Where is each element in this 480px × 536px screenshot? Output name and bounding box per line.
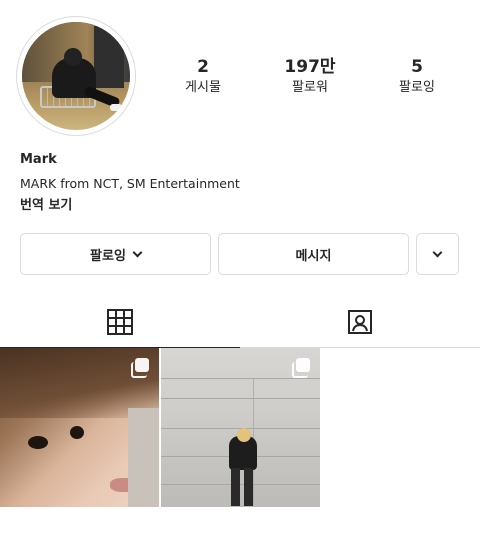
chevron-down-icon	[432, 247, 443, 257]
profile-stats: 2 게시물 197만 팔로워 5 팔로잉	[155, 56, 465, 97]
profile-tabs	[0, 296, 480, 348]
suggested-accounts-button[interactable]	[416, 233, 459, 275]
stat-posts-count: 2	[197, 57, 209, 77]
stat-posts[interactable]: 2 게시물	[155, 56, 251, 97]
translate-link[interactable]: 번역 보기	[20, 194, 72, 213]
avatar-photo	[22, 22, 130, 130]
post-thumbnail[interactable]	[161, 348, 320, 507]
message-button[interactable]: 메시지	[218, 233, 409, 275]
chevron-down-icon	[132, 247, 143, 257]
multiple-photos-icon	[292, 358, 310, 378]
grid-icon	[107, 308, 133, 335]
following-button[interactable]: 팔로잉	[20, 233, 211, 275]
tab-tagged[interactable]	[240, 296, 480, 348]
multiple-photos-icon	[131, 358, 149, 378]
profile-bio: MARK from NCT, SM Entertainment	[20, 176, 240, 191]
stat-followers[interactable]: 197만 팔로워	[262, 56, 358, 97]
stat-following-count: 5	[411, 57, 423, 77]
profile-name: Mark	[20, 152, 57, 167]
tagged-icon	[348, 310, 372, 334]
message-button-label: 메시지	[295, 248, 332, 264]
stat-following[interactable]: 5 팔로잉	[369, 56, 465, 97]
following-button-label: 팔로잉	[90, 248, 126, 264]
stat-posts-label: 게시물	[185, 80, 221, 95]
stat-followers-label: 팔로워	[292, 80, 328, 95]
post-thumbnail[interactable]	[0, 348, 159, 507]
tab-posts-grid[interactable]	[0, 296, 240, 348]
stat-followers-count: 197만	[284, 57, 336, 77]
profile-avatar[interactable]	[16, 16, 136, 136]
stat-following-label: 팔로잉	[399, 80, 435, 95]
